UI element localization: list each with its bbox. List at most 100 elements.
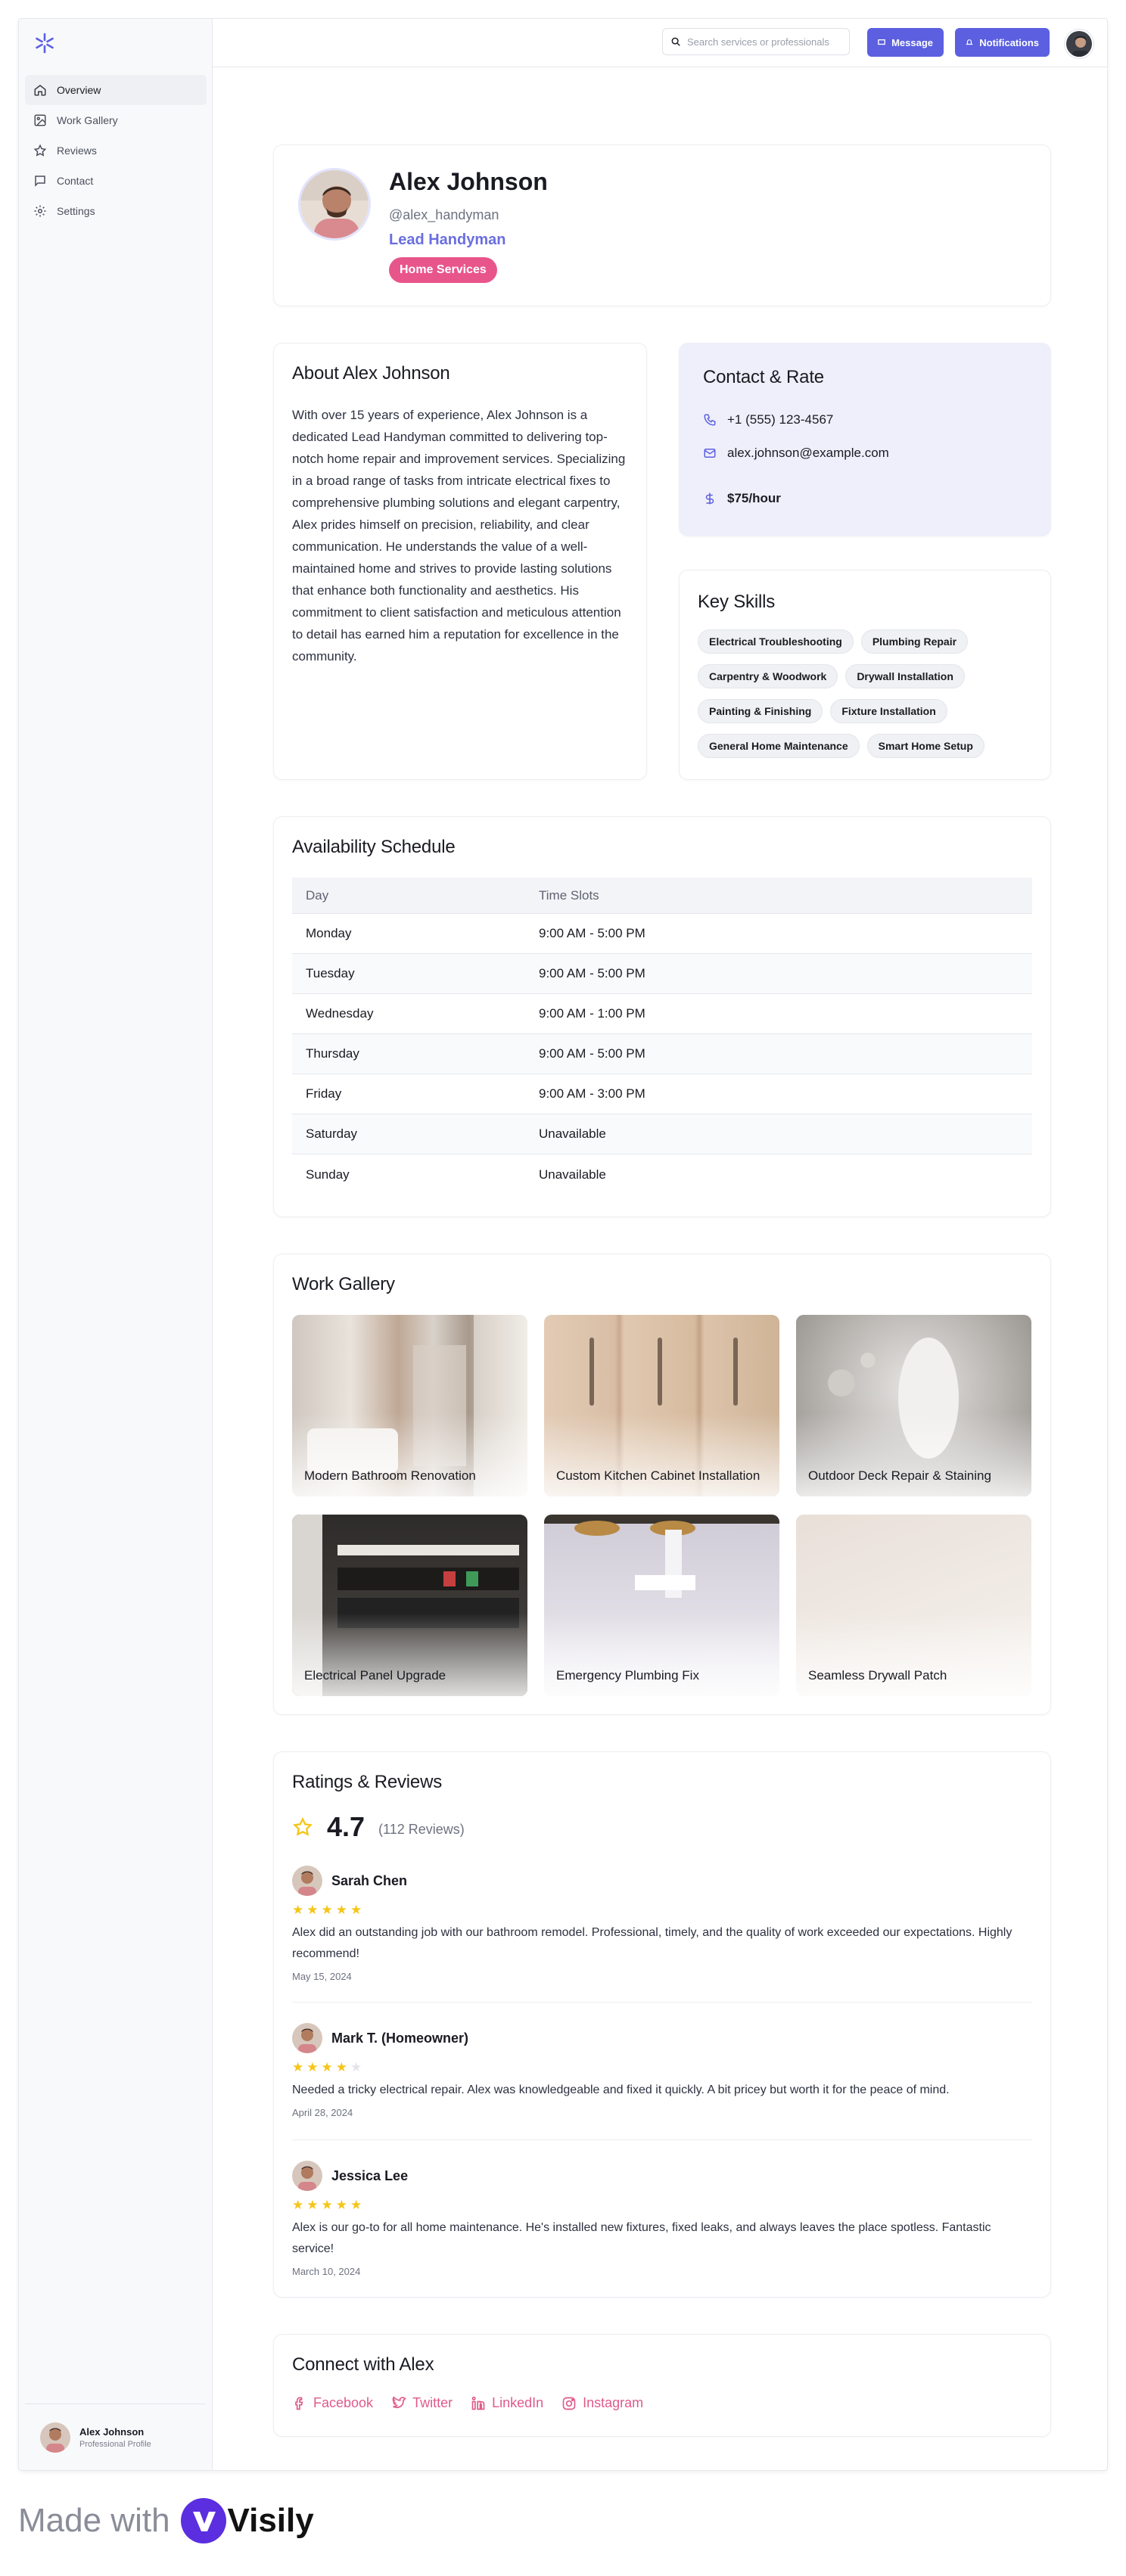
connect-card: Connect with Alex Facebook Twitter Linke… — [273, 2334, 1051, 2437]
avatar — [40, 2422, 70, 2453]
instagram-link[interactable]: Instagram — [561, 2395, 643, 2411]
review-text: Needed a tricky electrical repair. Alex … — [292, 2083, 950, 2096]
about-heading: About Alex Johnson — [292, 363, 450, 384]
connect-heading: Connect with Alex — [292, 2354, 434, 2375]
gallery-item[interactable]: Electrical Panel Upgrade — [292, 1515, 527, 1696]
home-icon — [33, 82, 48, 98]
sidebar-profile[interactable]: Alex Johnson Professional Profile — [25, 2404, 206, 2470]
twitter-link[interactable]: Twitter — [391, 2395, 453, 2411]
work-gallery-card: Work Gallery Modern Bathroom Renovation … — [273, 1254, 1051, 1715]
gallery-caption: Modern Bathroom Renovation — [304, 1468, 476, 1483]
rating-average: 4.7 — [327, 1811, 365, 1842]
gallery-item[interactable]: Custom Kitchen Cabinet Installation — [544, 1315, 779, 1496]
twitter-label: Twitter — [412, 2395, 453, 2410]
sidebar-item-reviews[interactable]: Reviews — [25, 135, 207, 166]
gallery-caption: Seamless Drywall Patch — [808, 1668, 947, 1683]
gallery-item[interactable]: Emergency Plumbing Fix — [544, 1515, 779, 1696]
linkedin-link[interactable]: LinkedIn — [471, 2395, 543, 2411]
column-header-time: Time Slots — [539, 887, 599, 903]
gallery-item[interactable]: Outdoor Deck Repair & Staining — [796, 1315, 1031, 1496]
sidebar-item-label: Reviews — [57, 144, 97, 157]
gear-icon — [33, 204, 48, 219]
message-button[interactable]: Message — [867, 28, 944, 57]
message-icon — [878, 39, 885, 45]
notifications-button[interactable]: Notifications — [955, 28, 1050, 57]
gallery-item[interactable]: Seamless Drywall Patch — [796, 1515, 1031, 1696]
sidebar-item-overview[interactable]: Overview — [25, 75, 207, 105]
time-cell: 9:00 AM - 5:00 PM — [539, 1046, 645, 1061]
category-badge: Home Services — [389, 257, 497, 283]
review-item: Jessica Lee ★ ★ ★ ★ ★ Alex is our go-to for … — [292, 2161, 1032, 2277]
key-skills-card: Key Skills Electrical Troubleshooting Pl… — [679, 570, 1051, 780]
app-logo-icon[interactable] — [33, 31, 57, 55]
time-cell: 9:00 AM - 3:00 PM — [539, 1086, 645, 1101]
phone-icon — [704, 414, 716, 426]
contact-email-text: alex.johnson@example.com — [727, 446, 889, 460]
gallery-caption: Custom Kitchen Cabinet Installation — [556, 1468, 761, 1483]
table-row: Tuesday 9:00 AM - 5:00 PM — [292, 954, 1032, 994]
sidebar-item-work-gallery[interactable]: Work Gallery — [25, 105, 207, 135]
contact-rate: $75/hour — [703, 491, 781, 506]
day-cell: Wednesday — [306, 1006, 374, 1021]
facebook-link[interactable]: Facebook — [292, 2395, 373, 2411]
profile-handle: @alex_handyman — [389, 207, 499, 222]
dollar-icon — [705, 493, 714, 505]
gallery-item[interactable]: Modern Bathroom Renovation — [292, 1315, 527, 1496]
reviewer-avatar — [292, 2023, 322, 2053]
contact-email[interactable]: alex.johnson@example.com — [703, 446, 889, 461]
table-row: Friday 9:00 AM - 3:00 PM — [292, 1074, 1032, 1114]
skills-list: Electrical Troubleshooting Plumbing Repa… — [698, 629, 1032, 758]
star-filled-icon: ★ — [306, 1903, 319, 1917]
reviews-heading: Ratings & Reviews — [292, 1772, 443, 1792]
reviewer-avatar — [292, 2161, 322, 2191]
made-with-badge[interactable]: Made with Visily — [18, 2498, 314, 2543]
star-filled-icon: ★ — [335, 2060, 347, 2074]
linkedin-label: LinkedIn — [492, 2395, 544, 2410]
star-empty-icon: ★ — [350, 2060, 362, 2074]
sidebar-item-settings[interactable]: Settings — [25, 196, 207, 226]
contact-phone[interactable]: +1 (555) 123-4567 — [703, 412, 833, 427]
skills-heading: Key Skills — [698, 592, 776, 612]
sidebar-item-contact[interactable]: Contact — [25, 166, 207, 196]
sidebar-item-label: Contact — [57, 175, 94, 187]
star-rating: ★ ★ ★ ★ ★ — [292, 1903, 1032, 1916]
time-cell: Unavailable — [539, 1126, 606, 1141]
gallery-caption: Outdoor Deck Repair & Staining — [808, 1468, 991, 1483]
table-row: Wednesday 9:00 AM - 1:00 PM — [292, 994, 1032, 1034]
topbar: Message Notifications — [213, 19, 1107, 67]
column-header-day: Day — [306, 887, 329, 903]
visily-logo-icon — [180, 2498, 226, 2543]
table-header: Day Time Slots — [292, 878, 1032, 914]
rating-count: (112 Reviews) — [378, 1821, 465, 1837]
review-text: Alex did an outstanding job with our bat… — [292, 1926, 1012, 1960]
sidebar-item-label: Work Gallery — [57, 114, 118, 126]
gallery-grid: Modern Bathroom Renovation Custom Kitche… — [292, 1315, 1032, 1696]
skill-chip: Painting & Finishing — [698, 699, 823, 723]
day-cell: Friday — [306, 1086, 342, 1101]
day-cell: Sunday — [306, 1167, 350, 1182]
rating-summary: 4.7 (112 Reviews) — [292, 1811, 465, 1843]
search-input[interactable] — [687, 36, 838, 48]
facebook-icon — [295, 2397, 303, 2410]
user-avatar[interactable] — [1065, 30, 1093, 58]
star-filled-icon: ★ — [306, 2060, 319, 2074]
day-cell: Thursday — [306, 1046, 359, 1061]
star-filled-icon: ★ — [350, 2198, 362, 2212]
gallery-heading: Work Gallery — [292, 1274, 395, 1294]
review-text: Alex is our go-to for all home maintenan… — [292, 2221, 991, 2255]
availability-card: Availability Schedule Day Time Slots Mon… — [273, 816, 1051, 1217]
star-rating: ★ ★ ★ ★ ★ — [292, 2198, 1032, 2211]
message-icon — [33, 173, 48, 188]
search-box[interactable] — [662, 28, 850, 55]
mail-icon — [704, 449, 716, 458]
social-links: Facebook Twitter LinkedIn Instagram — [292, 2395, 643, 2411]
reviewer-name: Jessica Lee — [331, 2167, 409, 2183]
star-filled-icon: ★ — [292, 1903, 304, 1917]
reviewer-avatar — [292, 1866, 322, 1896]
instagram-label: Instagram — [583, 2395, 644, 2410]
about-text: With over 15 years of experience, Alex J… — [292, 408, 626, 663]
profile-name: Alex Johnson — [389, 168, 548, 195]
reviewer-name: Sarah Chen — [331, 1872, 408, 1888]
schedule-table: Day Time Slots Monday 9:00 AM - 5:00 PM … — [292, 878, 1032, 1195]
star-filled-icon: ★ — [321, 2060, 333, 2074]
